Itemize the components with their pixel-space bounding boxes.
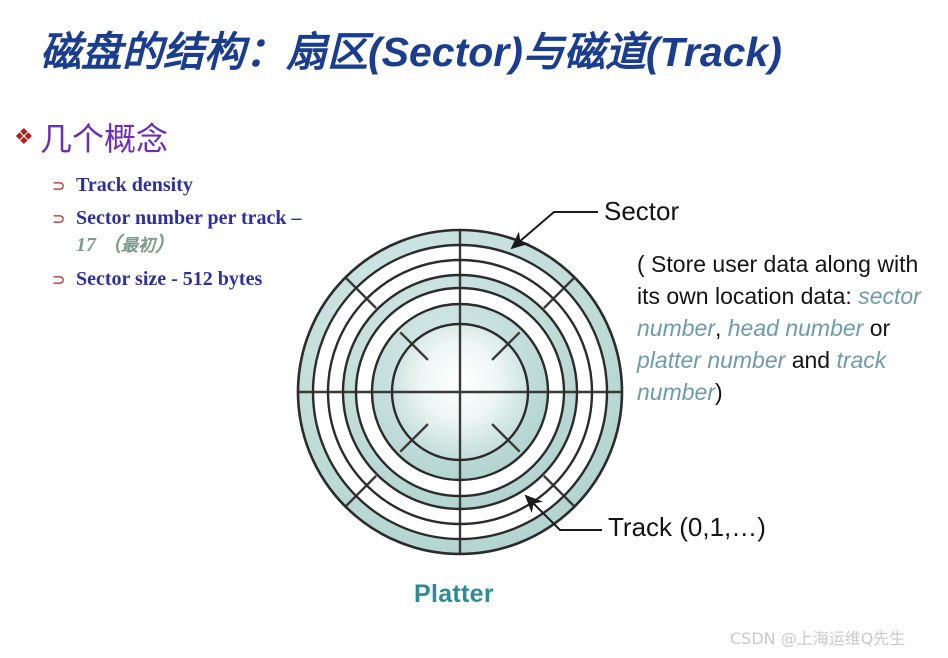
desc-sep-2: or bbox=[863, 315, 891, 341]
list-item-note-number: 17 （ bbox=[76, 234, 121, 256]
desc-close-paren: ) bbox=[714, 379, 723, 405]
platter-callout-label: Platter bbox=[414, 580, 494, 608]
desc-sep-1: , bbox=[714, 315, 728, 341]
csdn-watermark: CSDN @上海运维Q先生 bbox=[730, 629, 906, 648]
slide-canvas: 磁盘的结构：扇区(Sector)与磁道(Track) ❖ 几个概念 ⊃ Trac… bbox=[0, 0, 948, 658]
sector-divider-lines bbox=[298, 230, 622, 554]
arrow-bullet-icon: ⊃ bbox=[52, 270, 66, 289]
desc-sep-3: and bbox=[785, 347, 837, 373]
list-item-label: Track density bbox=[76, 172, 193, 199]
bullet-level1: ❖ 几个概念 bbox=[14, 120, 168, 158]
desc-term-platter-number: platter number bbox=[637, 347, 786, 373]
list-item-text: Track density bbox=[76, 174, 193, 196]
page-title-cjk-part2: 与磁道 bbox=[522, 28, 646, 76]
arrow-bullet-icon: ⊃ bbox=[52, 209, 66, 228]
arrow-bullet-icon: ⊃ bbox=[52, 176, 66, 195]
desc-term-head-number: head number bbox=[727, 315, 864, 341]
list-item: ⊃ Track density bbox=[52, 172, 382, 199]
list-item-text: Sector number per track – bbox=[76, 207, 302, 229]
list-item-note: 17 （最初） bbox=[76, 234, 175, 256]
diamond-bullet-icon: ❖ bbox=[14, 125, 34, 150]
sector-callout-label: Sector bbox=[604, 196, 680, 226]
list-item-label: Sector number per track – 17 （最初） bbox=[76, 205, 302, 260]
track-callout-label: Track (0,1,…) bbox=[608, 512, 766, 542]
list-item-label: Sector size - 512 bytes bbox=[76, 266, 262, 293]
page-title-latin-part1: (Sector) bbox=[368, 29, 523, 75]
list-item-note-cjk: 最初 bbox=[121, 236, 155, 256]
sector-description: ( Store user data along with its own loc… bbox=[637, 248, 943, 408]
page-title: 磁盘的结构：扇区(Sector)与磁道(Track) bbox=[40, 26, 930, 78]
page-title-latin-part2: (Track) bbox=[645, 29, 782, 75]
page-title-cjk-part1: 磁盘的结构：扇区 bbox=[40, 28, 368, 76]
list-item-text: Sector size - 512 bytes bbox=[76, 268, 263, 290]
bullet-level1-label: 几个概念 bbox=[40, 120, 169, 158]
list-item-note-tail: ） bbox=[155, 234, 175, 256]
